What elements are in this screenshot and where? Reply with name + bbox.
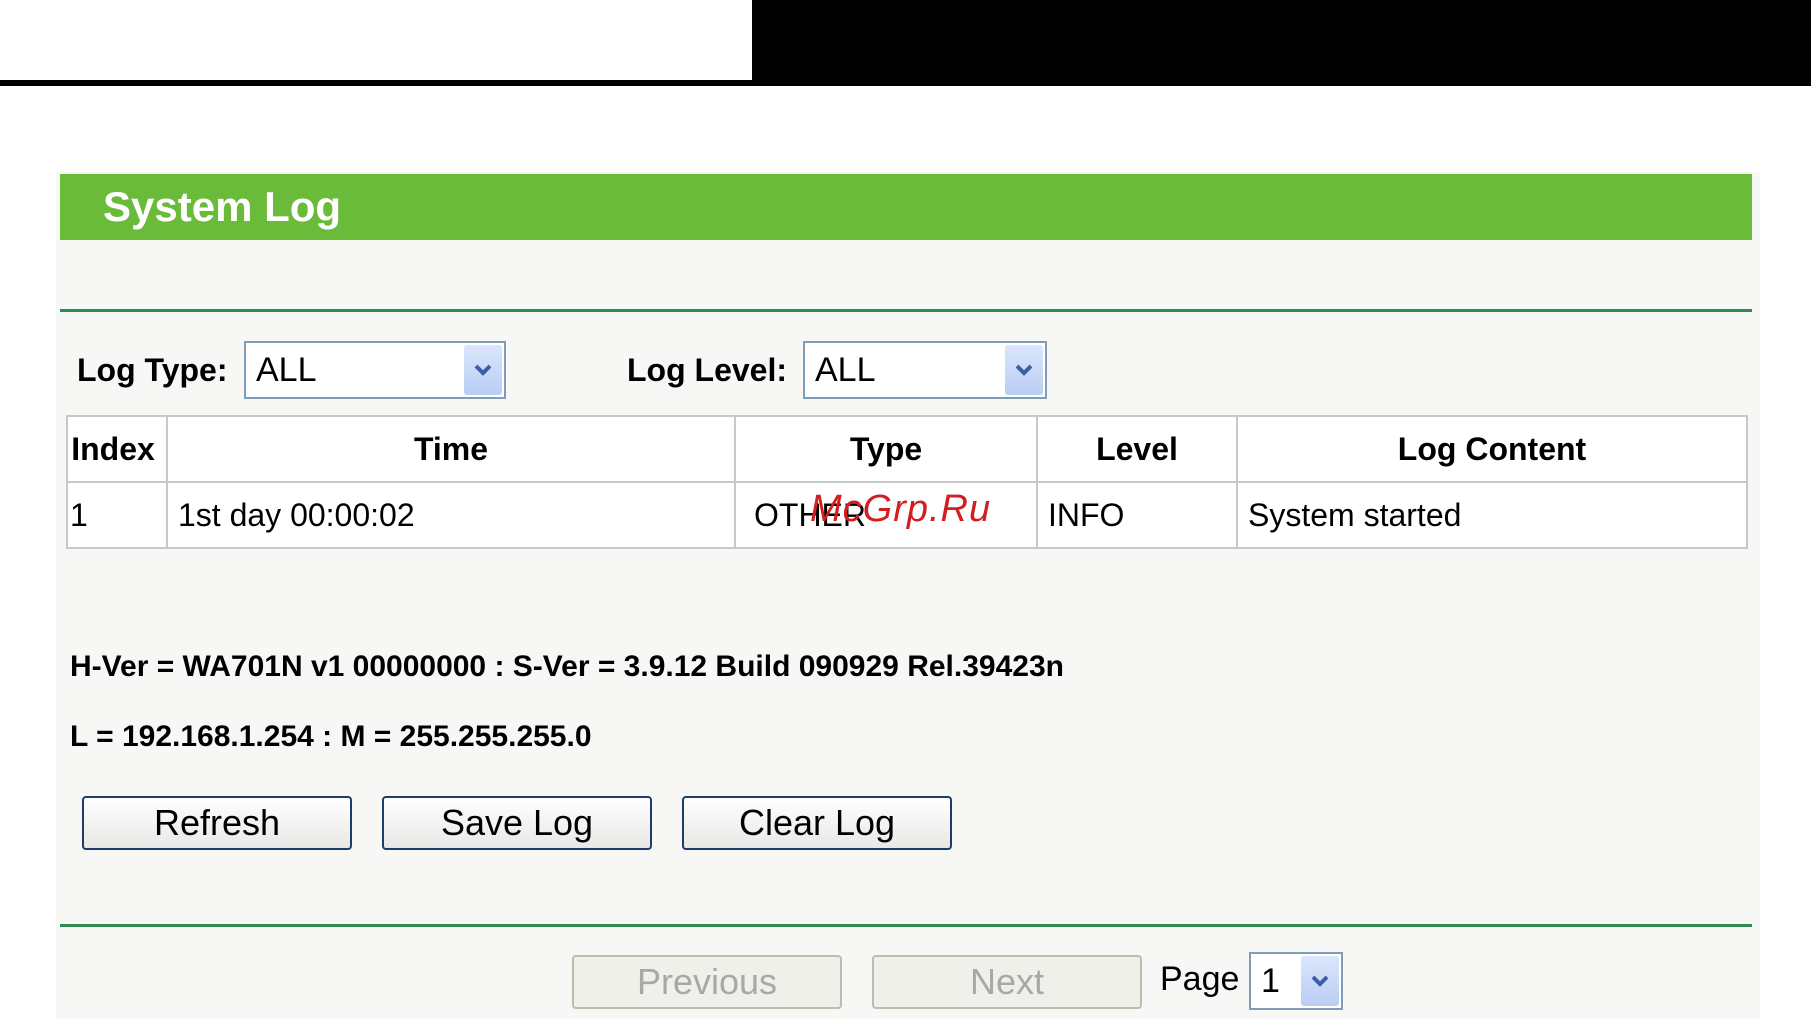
- chevron-down-icon[interactable]: [464, 345, 502, 395]
- content-panel: [56, 172, 1760, 1019]
- log-level-label: Log Level:: [627, 352, 788, 388]
- col-time-header: Time: [166, 415, 736, 483]
- divider-bottom: [60, 924, 1752, 927]
- log-level-value: ALL: [815, 351, 876, 389]
- clear-log-button[interactable]: Clear Log: [682, 796, 952, 850]
- col-level-header: Level: [1036, 415, 1238, 483]
- chevron-down-icon[interactable]: [1301, 956, 1339, 1006]
- page-select[interactable]: 1: [1249, 952, 1343, 1010]
- refresh-button[interactable]: Refresh: [82, 796, 352, 850]
- top-rule: [0, 80, 752, 86]
- previous-button[interactable]: Previous: [572, 955, 842, 1009]
- version-info: H-Ver = WA701N v1 00000000 : S-Ver = 3.9…: [70, 650, 1064, 683]
- next-button[interactable]: Next: [872, 955, 1142, 1009]
- cell-level: INFO: [1036, 481, 1238, 549]
- col-content-header: Log Content: [1236, 415, 1748, 483]
- cell-content: System started: [1236, 481, 1748, 549]
- page-label: Page: [1160, 960, 1240, 998]
- cell-time: 1st day 00:00:02: [166, 481, 736, 549]
- watermark: McGrp.Ru: [810, 488, 992, 530]
- page-value: 1: [1261, 962, 1280, 1000]
- log-type-select[interactable]: ALL: [244, 341, 506, 399]
- top-black-bar: [752, 0, 1811, 86]
- chevron-down-icon[interactable]: [1005, 345, 1043, 395]
- save-log-button[interactable]: Save Log: [382, 796, 652, 850]
- log-type-label: Log Type:: [77, 352, 228, 388]
- cell-index: 1: [66, 481, 168, 549]
- network-info: L = 192.168.1.254 : M = 255.255.255.0: [70, 720, 592, 753]
- divider-top: [60, 309, 1752, 312]
- col-index-header: Index: [66, 415, 168, 483]
- log-level-select[interactable]: ALL: [803, 341, 1047, 399]
- page-title: System Log: [60, 174, 1752, 240]
- log-type-value: ALL: [256, 351, 317, 389]
- table-header-row: Index Time Type Level Log Content: [66, 415, 1748, 483]
- col-type-header: Type: [734, 415, 1038, 483]
